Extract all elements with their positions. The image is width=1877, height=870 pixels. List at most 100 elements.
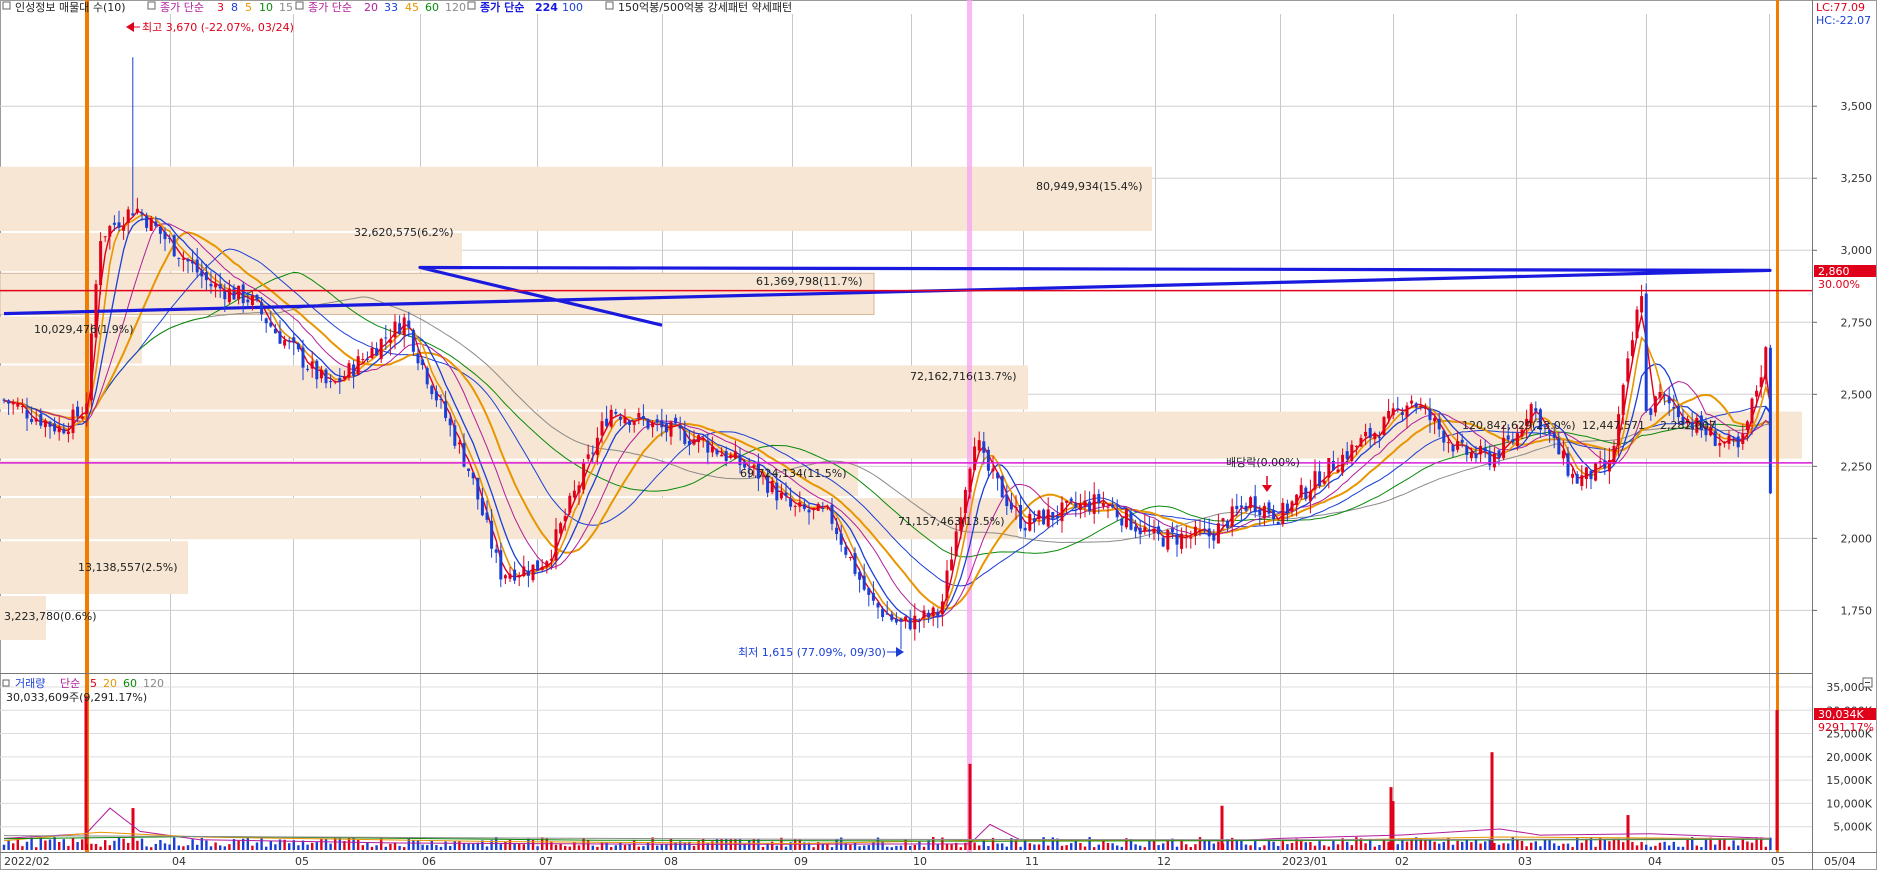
profile-label: 61,369,798(11.7%) bbox=[756, 275, 863, 288]
candle-body bbox=[117, 222, 121, 228]
candle-body bbox=[1396, 408, 1400, 410]
volume-bar bbox=[1336, 844, 1340, 850]
volume-bar bbox=[996, 843, 999, 850]
candle-body bbox=[1552, 433, 1556, 438]
x-tick-label: 02 bbox=[1395, 855, 1409, 868]
volume-bar bbox=[412, 839, 415, 850]
volume-bar bbox=[1428, 839, 1432, 850]
volume-bar bbox=[1037, 844, 1041, 850]
volume-bar bbox=[1631, 841, 1634, 850]
candle-body bbox=[177, 257, 181, 259]
volume-bar bbox=[950, 844, 953, 850]
volume-bar bbox=[58, 841, 61, 850]
candle-body bbox=[825, 505, 829, 507]
candle-body bbox=[1649, 408, 1653, 415]
candle-body bbox=[927, 612, 931, 618]
candle-body bbox=[1460, 439, 1464, 443]
candle-body bbox=[1764, 347, 1768, 380]
candle-body bbox=[1584, 467, 1588, 480]
candle-body bbox=[1138, 527, 1142, 535]
candle-body bbox=[1088, 501, 1092, 512]
volume-bar bbox=[1074, 841, 1077, 850]
volume-bar bbox=[1750, 842, 1754, 850]
volume-bar bbox=[1424, 840, 1427, 850]
volume-bar bbox=[909, 845, 912, 850]
candle-body bbox=[1336, 469, 1340, 473]
volume-bar bbox=[1645, 844, 1648, 850]
volume-bar bbox=[191, 839, 194, 850]
candle-body bbox=[793, 505, 797, 507]
candle-body bbox=[1364, 431, 1368, 437]
candle-body bbox=[264, 318, 268, 324]
candle-body bbox=[430, 385, 434, 395]
candle-body bbox=[660, 420, 664, 428]
ma-period-5: 5 bbox=[245, 1, 252, 14]
candle-body bbox=[1124, 509, 1128, 528]
candle-body bbox=[1419, 405, 1423, 408]
candle-body bbox=[710, 446, 714, 453]
candle-body bbox=[986, 449, 990, 471]
candle-body bbox=[1212, 533, 1216, 541]
candle-body bbox=[968, 468, 972, 493]
volume-bar bbox=[1185, 844, 1188, 850]
volume-bar bbox=[1442, 841, 1445, 850]
ma-period-33: 33 bbox=[384, 1, 398, 14]
volume-bar bbox=[380, 838, 383, 850]
volume-bar bbox=[973, 842, 976, 850]
candle-body bbox=[375, 348, 379, 356]
candle-body bbox=[871, 592, 875, 601]
candle-body bbox=[347, 363, 351, 378]
candle-body bbox=[1161, 537, 1165, 547]
candle-body bbox=[1272, 510, 1276, 520]
volume-bar bbox=[1704, 838, 1708, 850]
candle-body bbox=[991, 468, 995, 472]
volume-bar bbox=[421, 844, 424, 850]
candle-body bbox=[508, 573, 512, 579]
candle-body bbox=[1198, 530, 1202, 532]
candle-body bbox=[62, 428, 66, 434]
volume-bar bbox=[614, 845, 617, 850]
volume-bar bbox=[1152, 841, 1156, 850]
volume-bar bbox=[403, 847, 406, 850]
candle-body bbox=[48, 421, 52, 427]
candle-body bbox=[457, 442, 461, 445]
ma-group1-title: 종가 단순 bbox=[160, 1, 204, 14]
volume-bar bbox=[361, 845, 364, 850]
candle-body bbox=[1092, 494, 1096, 514]
volume-bar bbox=[104, 840, 107, 850]
volume-bar bbox=[1433, 841, 1436, 850]
volume-bar bbox=[1764, 846, 1767, 850]
candle-body bbox=[637, 413, 641, 418]
candle-body bbox=[324, 369, 328, 384]
candle-body bbox=[605, 418, 609, 427]
candle-body bbox=[425, 368, 429, 385]
candle-body bbox=[1603, 460, 1607, 469]
candle-body bbox=[568, 495, 572, 513]
candle-body bbox=[1097, 494, 1101, 504]
candle-body bbox=[306, 368, 310, 370]
candle-body bbox=[996, 472, 1000, 479]
candle-body bbox=[1345, 451, 1349, 460]
volume-bar bbox=[1438, 843, 1441, 850]
candle-body bbox=[1065, 500, 1069, 503]
volume-bar bbox=[7, 840, 10, 850]
candle-body bbox=[1437, 418, 1441, 430]
y-tick-label: 2,750 bbox=[1841, 316, 1873, 329]
volume-bar bbox=[1461, 841, 1464, 850]
volume-bar bbox=[1254, 841, 1257, 850]
volume-bar bbox=[619, 842, 622, 850]
candle-body bbox=[526, 570, 530, 576]
volume-bar bbox=[99, 846, 102, 850]
candle-body bbox=[844, 546, 848, 555]
volume-bar bbox=[518, 843, 521, 850]
vol-y-tick-label: 5,000K bbox=[1833, 821, 1872, 834]
candle-body bbox=[1147, 529, 1151, 532]
volume-bar bbox=[1539, 846, 1542, 850]
y-tick-label: 3,000 bbox=[1841, 244, 1873, 257]
candle-body bbox=[439, 398, 443, 400]
candle-body bbox=[1630, 340, 1634, 357]
volume-bar bbox=[1047, 845, 1050, 850]
candle-body bbox=[53, 423, 57, 432]
volume-bar bbox=[692, 845, 696, 850]
candle-body bbox=[112, 222, 116, 225]
